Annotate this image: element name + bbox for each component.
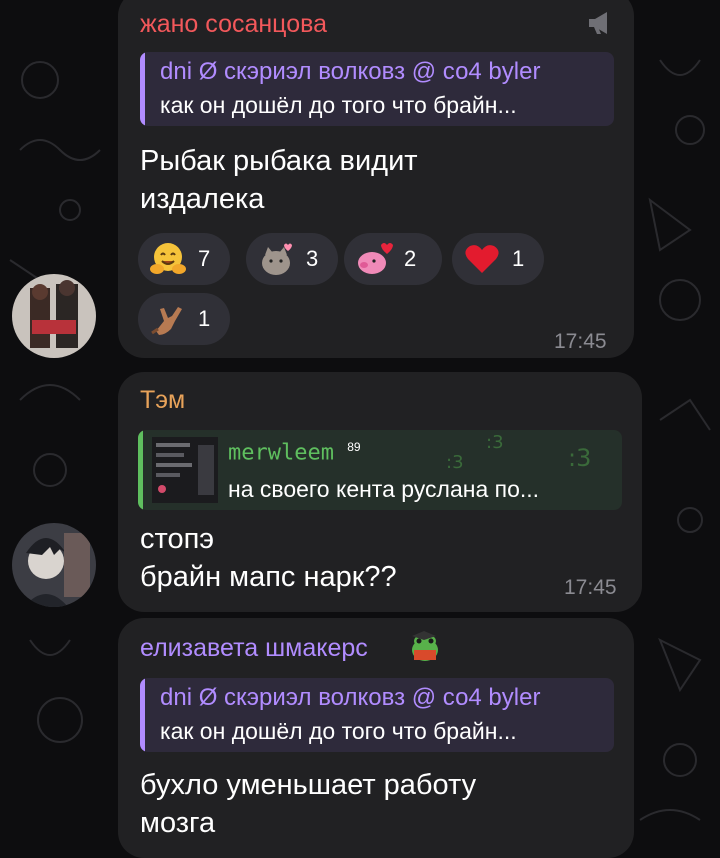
reaction-count: 7 (198, 246, 211, 271)
message-bubble: жано сосанцова dni Ø скэриэл волковз @ с… (118, 0, 634, 358)
hugging-face-icon (150, 243, 186, 274)
sender-avatar[interactable] (12, 523, 96, 607)
reaction-count: 1 (512, 246, 525, 271)
message-time: 17:45 (554, 330, 607, 353)
reply-author-badge: 89 (347, 440, 361, 454)
reaction-count: 2 (404, 246, 417, 271)
frog-reading-book-icon (412, 631, 438, 661)
reaction-rock-hand[interactable]: 1 (138, 293, 230, 345)
rock-hand-icon (151, 307, 182, 335)
avatar-image (12, 523, 96, 607)
reply-thumbnail (152, 437, 218, 503)
reply-author: dni Ø скэриэл волковз @ со4 byler (160, 684, 541, 711)
sender-avatar[interactable] (12, 274, 96, 358)
reply-accent-bar (140, 678, 145, 752)
reaction-pink-pig[interactable]: 2 (344, 233, 442, 285)
message-text: бухло уменьшает работу мозга (140, 769, 477, 839)
reply-snippet: на своего кента руслана по... (228, 476, 540, 502)
message-bubble: Тэм :3 :3 :3 merwleem 89 на своего кента… (118, 372, 642, 612)
reply-author: merwleem 89 (228, 440, 361, 465)
sparkle-decoration: :3 (568, 444, 592, 472)
megaphone-icon[interactable] (586, 10, 614, 36)
reply-preview[interactable]: dni Ø скэриэл волковз @ со4 byler как он… (140, 678, 614, 752)
message-text: стопэ брайн мапс нарк?? (140, 523, 397, 593)
sender-name[interactable]: елизавета шмакерс (140, 634, 368, 663)
sparkle-decoration: :3 (446, 452, 464, 473)
reply-preview[interactable]: :3 :3 :3 merwleem 89 на своего кента рус… (138, 430, 622, 510)
sender-name[interactable]: жано сосанцова (140, 10, 327, 39)
sender-name-text: елизавета шмакерс (140, 634, 368, 662)
reaction-count: 1 (198, 306, 211, 331)
reply-preview[interactable]: dni Ø скэриэл волковз @ со4 byler как он… (140, 52, 614, 126)
avatar-image (12, 274, 96, 358)
reply-author: dni Ø скэриэл волковз @ со4 byler (160, 58, 541, 85)
reply-author-name: merwleem (228, 440, 334, 466)
message-time: 17:45 (564, 576, 617, 599)
reaction-count: 3 (306, 246, 319, 271)
reaction-heart[interactable]: 1 (452, 233, 544, 285)
pusheen-cat-icon (262, 243, 292, 275)
pink-pig-heart-icon (358, 243, 393, 274)
message-bubble: елизавета шмакерс dni Ø скэриэл волковз … (118, 618, 634, 858)
reaction-pusheen[interactable]: 3 (246, 233, 338, 285)
reply-accent-bar (138, 430, 143, 510)
sparkle-decoration: :3 (486, 432, 504, 453)
reply-snippet: как он дошёл до того что брайн... (160, 718, 517, 744)
message-text: Рыбак рыбака видит издалека (140, 145, 418, 215)
reply-accent-bar (140, 52, 145, 126)
reply-snippet: как он дошёл до того что брайн... (160, 92, 517, 118)
sender-name[interactable]: Тэм (140, 386, 185, 415)
red-heart-icon (465, 245, 499, 273)
reaction-hugging[interactable]: 7 (138, 233, 230, 285)
